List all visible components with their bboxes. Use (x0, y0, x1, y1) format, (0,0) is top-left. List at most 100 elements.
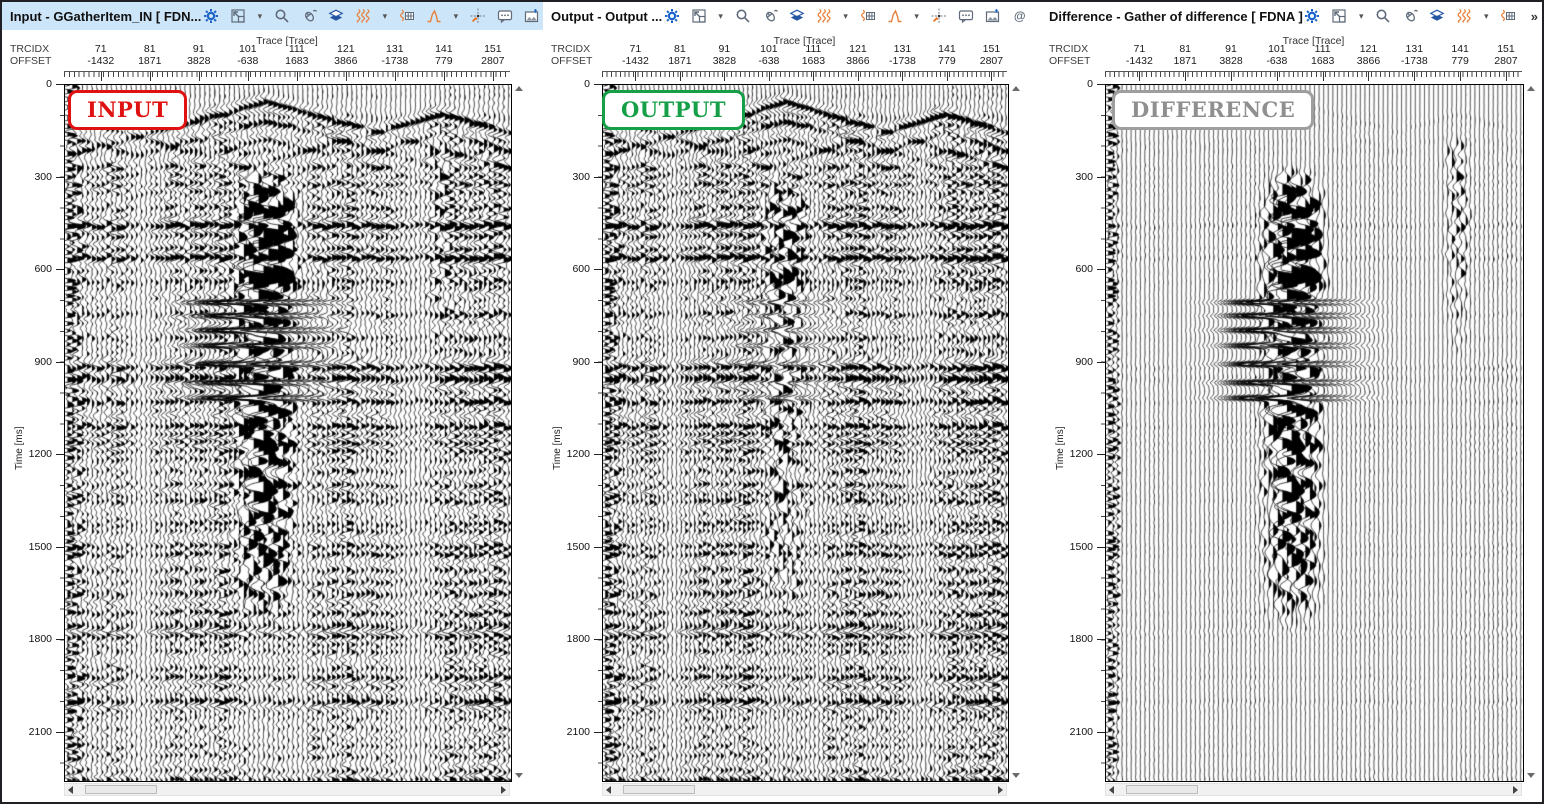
trace-ruler-major-tick (493, 72, 494, 81)
vertical-scrollbar[interactable] (1525, 84, 1538, 780)
seismic-display-canvas[interactable] (602, 84, 1009, 782)
time-tick-label: 1200 (1041, 448, 1093, 460)
dropdown-caret-icon[interactable]: ▾ (1357, 11, 1366, 22)
wiggle-table-icon[interactable] (397, 7, 416, 26)
toolbar-overflow-button[interactable]: » (1528, 9, 1541, 24)
trace-ruler-major-tick (1368, 72, 1369, 81)
horizontal-scrollbar[interactable] (64, 783, 510, 796)
wiggle-display-icon[interactable] (353, 7, 372, 26)
time-axis-major-tick (1097, 362, 1105, 363)
time-axis-major-tick (594, 732, 602, 733)
seismic-display-canvas[interactable] (64, 84, 512, 782)
layers-icon[interactable] (1428, 7, 1447, 26)
scroll-right-arrow-icon[interactable] (998, 786, 1003, 794)
gear-icon[interactable] (1303, 7, 1322, 26)
scroll-right-arrow-icon[interactable] (501, 786, 506, 794)
dropdown-caret-icon[interactable]: ▾ (1482, 11, 1491, 22)
trcidx-value: 71 (630, 43, 642, 55)
vertical-scrollbar[interactable] (1010, 84, 1023, 780)
horizontal-scrollbar[interactable] (602, 783, 1007, 796)
histogram-icon[interactable] (424, 7, 443, 26)
mouse-icon[interactable] (1401, 7, 1420, 26)
dropdown-caret-icon[interactable]: ▾ (716, 11, 725, 22)
gear-icon[interactable] (201, 7, 220, 26)
offset-value: 2807 (481, 55, 504, 67)
vertical-scrollbar[interactable] (513, 84, 526, 780)
wiggle-display-icon[interactable] (1455, 7, 1474, 26)
time-axis-major-tick (56, 732, 64, 733)
dropdown-caret-icon[interactable]: ▾ (912, 11, 921, 22)
time-axis-major-tick (1097, 84, 1105, 85)
trcidx-value: 141 (1451, 43, 1469, 55)
scroll-down-arrow-icon[interactable] (515, 773, 523, 778)
scroll-up-arrow-icon[interactable] (1012, 86, 1020, 91)
mouse-icon[interactable] (299, 7, 318, 26)
seismic-display-canvas[interactable] (1105, 84, 1524, 782)
crosshair-pick-icon[interactable] (929, 7, 948, 26)
time-tick-label: 0 (1041, 78, 1093, 90)
trcidx-value: 71 (1134, 43, 1146, 55)
trcidx-value: 151 (983, 43, 1001, 55)
scroll-down-arrow-icon[interactable] (1527, 773, 1535, 778)
export-image-icon[interactable] (522, 7, 541, 26)
magnifier-icon[interactable] (1374, 7, 1393, 26)
time-tick-label: 1800 (2, 633, 52, 645)
time-axis-major-tick (56, 639, 64, 640)
magnifier-icon[interactable] (272, 7, 291, 26)
at-annotation-icon[interactable]: @ (1010, 7, 1029, 26)
magnifier-icon[interactable] (733, 7, 752, 26)
scroll-right-arrow-icon[interactable] (1513, 786, 1518, 794)
time-tick-label: 2100 (1041, 726, 1093, 738)
horizontal-scroll-thumb[interactable] (1126, 785, 1198, 794)
scroll-left-arrow-icon[interactable] (68, 786, 73, 794)
scroll-up-arrow-icon[interactable] (515, 86, 523, 91)
time-tick-label: 1200 (2, 448, 52, 460)
trcidx-value: 131 (1406, 43, 1424, 55)
trace-ruler-major-tick (1506, 72, 1507, 81)
time-axis-major-tick (56, 547, 64, 548)
trcidx-row-label: TRCIDX (10, 43, 49, 55)
trace-ruler-major-tick (813, 72, 814, 81)
trace-ruler-major-tick (248, 72, 249, 81)
wiggle-display-icon[interactable] (814, 7, 833, 26)
scroll-up-arrow-icon[interactable] (1527, 86, 1535, 91)
crosshair-pick-icon[interactable] (468, 7, 487, 26)
scroll-down-arrow-icon[interactable] (1012, 773, 1020, 778)
histogram-icon[interactable] (885, 7, 904, 26)
offset-value: -1432 (1126, 55, 1153, 67)
scroll-left-arrow-icon[interactable] (606, 786, 611, 794)
dropdown-caret-icon[interactable]: ▾ (380, 11, 389, 22)
horizontal-scroll-thumb[interactable] (623, 785, 695, 794)
expand-view-icon[interactable] (689, 7, 708, 26)
trcidx-value: 121 (849, 43, 867, 55)
trace-ruler-major-tick (150, 72, 151, 81)
panel-output: Output - Output ...▾▾▾@»Trace [Trace]TRC… (543, 2, 1042, 802)
mouse-icon[interactable] (760, 7, 779, 26)
horizontal-scroll-thumb[interactable] (85, 785, 157, 794)
offset-value: -1738 (1401, 55, 1428, 67)
time-axis-major-tick (1097, 269, 1105, 270)
horizontal-scrollbar[interactable] (1105, 783, 1522, 796)
expand-view-icon[interactable] (1330, 7, 1349, 26)
scroll-left-arrow-icon[interactable] (1109, 786, 1114, 794)
comment-icon[interactable] (495, 7, 514, 26)
time-tick-label: 1800 (1041, 633, 1093, 645)
panel-title: Input - GGatherItem_IN [ FDN... (8, 9, 201, 24)
export-image-icon[interactable] (983, 7, 1002, 26)
time-axis-major-tick (594, 547, 602, 548)
wiggle-table-icon[interactable] (858, 7, 877, 26)
dropdown-caret-icon[interactable]: ▾ (841, 11, 850, 22)
time-axis-major-tick (56, 454, 64, 455)
layers-icon[interactable] (326, 7, 345, 26)
offset-value: -638 (1266, 55, 1287, 67)
dropdown-caret-icon[interactable]: ▾ (451, 11, 460, 22)
expand-view-icon[interactable] (228, 7, 247, 26)
comment-icon[interactable] (956, 7, 975, 26)
gear-icon[interactable] (662, 7, 681, 26)
trace-ruler-major-tick (1323, 72, 1324, 81)
dropdown-caret-icon[interactable]: ▾ (255, 11, 264, 22)
time-axis-major-tick (1097, 177, 1105, 178)
wiggle-table-icon[interactable] (1499, 7, 1518, 26)
offset-value: 1871 (138, 55, 161, 67)
layers-icon[interactable] (787, 7, 806, 26)
